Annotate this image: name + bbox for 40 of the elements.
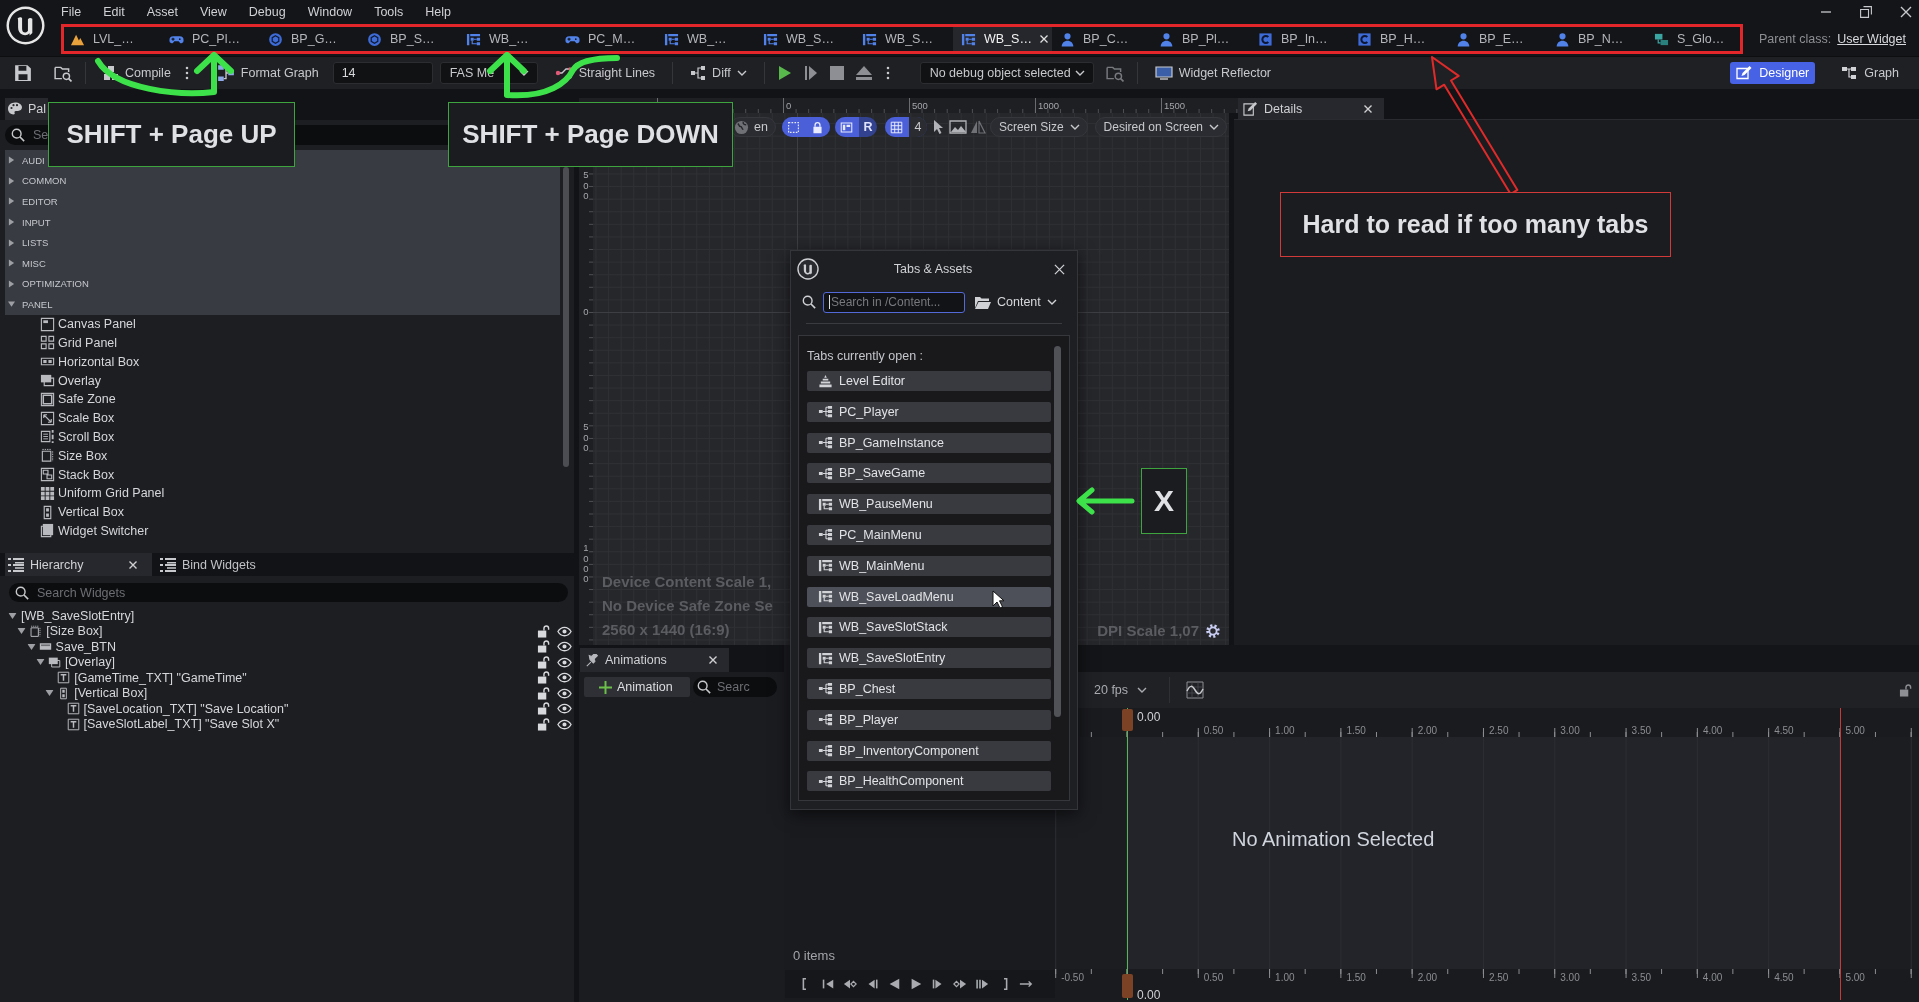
warning-tooltip: Hard to read if too many tabs bbox=[1280, 192, 1671, 257]
playhead-time: 0.00 bbox=[1137, 711, 1161, 724]
time-label: 5.00 bbox=[1845, 971, 1865, 984]
item-count: 0 items bbox=[793, 948, 836, 963]
time-label: 4.00 bbox=[1702, 724, 1723, 737]
time-label: 0.50 bbox=[1203, 724, 1224, 737]
time-label: 4.00 bbox=[1702, 971, 1723, 984]
shortcut-tooltip: SHIFT + Page UP bbox=[48, 102, 295, 167]
time-label: 3.00 bbox=[1560, 971, 1580, 984]
time-label: 1.00 bbox=[1275, 724, 1295, 737]
time-label: 2.00 bbox=[1417, 724, 1438, 737]
time-label: 4.50 bbox=[1774, 724, 1794, 737]
list-heading: Tabs currently open : bbox=[807, 349, 925, 364]
time-label: 1.50 bbox=[1346, 971, 1366, 984]
ruler-label: 500 bbox=[912, 100, 928, 111]
ruler-label: 500 bbox=[583, 170, 589, 202]
ruler-label: 1000 bbox=[1038, 100, 1060, 111]
ruler-label: 0 bbox=[583, 306, 589, 318]
time-label: 2.50 bbox=[1489, 724, 1509, 737]
time-label: 0.50 bbox=[1203, 971, 1224, 984]
parent-class-label: Parent class: bbox=[1758, 32, 1832, 46]
dialog-title: Tabs & Assets bbox=[892, 262, 974, 276]
time-label: 2.00 bbox=[1417, 971, 1438, 984]
time-label: 3.00 bbox=[1560, 724, 1580, 737]
time-label: 3.50 bbox=[1631, 724, 1652, 737]
time-label: 2.50 bbox=[1488, 971, 1509, 984]
time-label: 3.50 bbox=[1631, 971, 1652, 984]
time-label: 1.50 bbox=[1346, 724, 1366, 737]
ruler-label: 1500 bbox=[1164, 100, 1186, 111]
playhead-time: 0.00 bbox=[1137, 989, 1161, 1002]
time-label: -0.50 bbox=[1061, 971, 1084, 984]
time-label: 1.00 bbox=[1275, 971, 1295, 984]
empty-message: No Animation Selected bbox=[1232, 827, 1435, 851]
close-key-tooltip: X bbox=[1141, 468, 1187, 534]
time-label: 4.50 bbox=[1774, 971, 1794, 984]
ruler-label: 500 bbox=[583, 422, 589, 454]
shortcut-tooltip: SHIFT + Page DOWN bbox=[448, 102, 733, 167]
ruler-label: 1000 bbox=[583, 543, 589, 585]
time-label: 5.00 bbox=[1845, 724, 1865, 737]
ruler-label: 0 bbox=[786, 100, 792, 111]
